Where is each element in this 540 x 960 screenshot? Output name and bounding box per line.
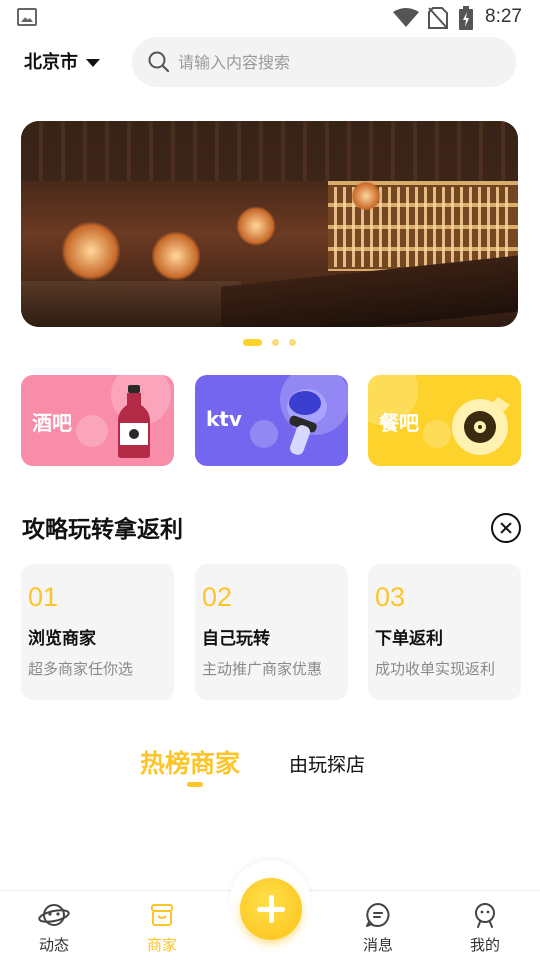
step-desc: 超多商家任你选 — [28, 660, 134, 678]
close-icon[interactable] — [491, 513, 521, 543]
guide-step-card: 01 浏览商家 超多商家任你选 — [21, 564, 174, 700]
nav-label: 动态 — [38, 936, 69, 954]
search-icon — [148, 51, 170, 73]
category-bar-label: 酒吧 — [32, 411, 72, 435]
image-notification-icon — [17, 8, 37, 26]
nav-item-dynamics[interactable]: 动态 — [19, 902, 89, 955]
status-time: 8:27 — [485, 6, 522, 27]
banner-lamp — [61, 221, 121, 281]
step-number: 02 — [202, 582, 233, 612]
caret-down-icon — [86, 58, 100, 67]
planet-icon — [38, 904, 70, 926]
vinyl-record-icon — [452, 397, 510, 455]
carousel-indicator — [243, 339, 296, 346]
guide-step-card: 03 下单返利 成功收单实现返利 — [368, 564, 521, 700]
carousel-dot[interactable] — [289, 339, 296, 346]
nav-item-messages[interactable]: 消息 — [343, 902, 413, 955]
city-label: 北京市 — [24, 52, 78, 73]
guide-title: 攻略玩转拿返利 — [22, 517, 183, 543]
decor-bubble — [423, 420, 451, 448]
step-title: 自己玩转 — [202, 629, 270, 649]
guide-step-card: 02 自己玩转 主动推广商家优惠 — [195, 564, 348, 700]
no-sim-icon — [428, 7, 448, 29]
search-input[interactable] — [178, 52, 478, 72]
banner-lamp — [151, 231, 201, 281]
message-icon — [366, 903, 390, 927]
step-number: 01 — [28, 582, 59, 612]
tab-explore-shops[interactable]: 由玩探店 — [289, 750, 365, 777]
banner-carousel[interactable] — [21, 121, 518, 327]
nav-label: 商家 — [146, 936, 177, 954]
step-number: 03 — [375, 582, 406, 612]
nav-item-mine[interactable]: 我的 — [450, 902, 520, 955]
search-bar[interactable] — [132, 37, 516, 87]
add-button[interactable] — [240, 878, 302, 940]
decor-bubble — [250, 420, 278, 448]
category-food-label: 餐吧 — [379, 411, 419, 435]
store-icon — [151, 904, 173, 926]
banner-ceiling — [21, 121, 518, 181]
step-title: 浏览商家 — [28, 629, 96, 649]
banner-lamp — [351, 181, 381, 211]
wifi-icon — [393, 8, 419, 27]
user-icon — [475, 903, 495, 928]
nav-label: 我的 — [469, 936, 500, 954]
carousel-dot-active[interactable] — [243, 339, 262, 346]
tab-hot-merchants[interactable]: 热榜商家 — [140, 744, 240, 780]
banner-lamp — [236, 206, 276, 246]
step-desc: 成功收单实现返利 — [375, 660, 496, 678]
wine-bottle-icon — [118, 385, 150, 458]
carousel-dot[interactable] — [272, 339, 279, 346]
status-bar: 8:27 — [0, 0, 540, 36]
step-desc: 主动推广商家优惠 — [202, 660, 323, 678]
city-selector[interactable]: 北京市 — [24, 48, 100, 74]
banner-table — [21, 281, 241, 327]
category-food-card[interactable]: 餐吧 — [368, 375, 521, 466]
tab-active-indicator — [187, 782, 203, 787]
category-bar-card[interactable]: 酒吧 — [21, 375, 174, 466]
decor-bubble — [76, 415, 108, 447]
category-ktv-card[interactable]: ktv — [195, 375, 348, 466]
microphone-icon — [287, 389, 327, 455]
nav-item-merchants[interactable]: 商家 — [127, 902, 197, 955]
nav-label: 消息 — [362, 936, 393, 954]
battery-charging-icon — [459, 6, 473, 30]
step-title: 下单返利 — [375, 629, 443, 649]
category-ktv-label: ktv — [206, 407, 242, 431]
